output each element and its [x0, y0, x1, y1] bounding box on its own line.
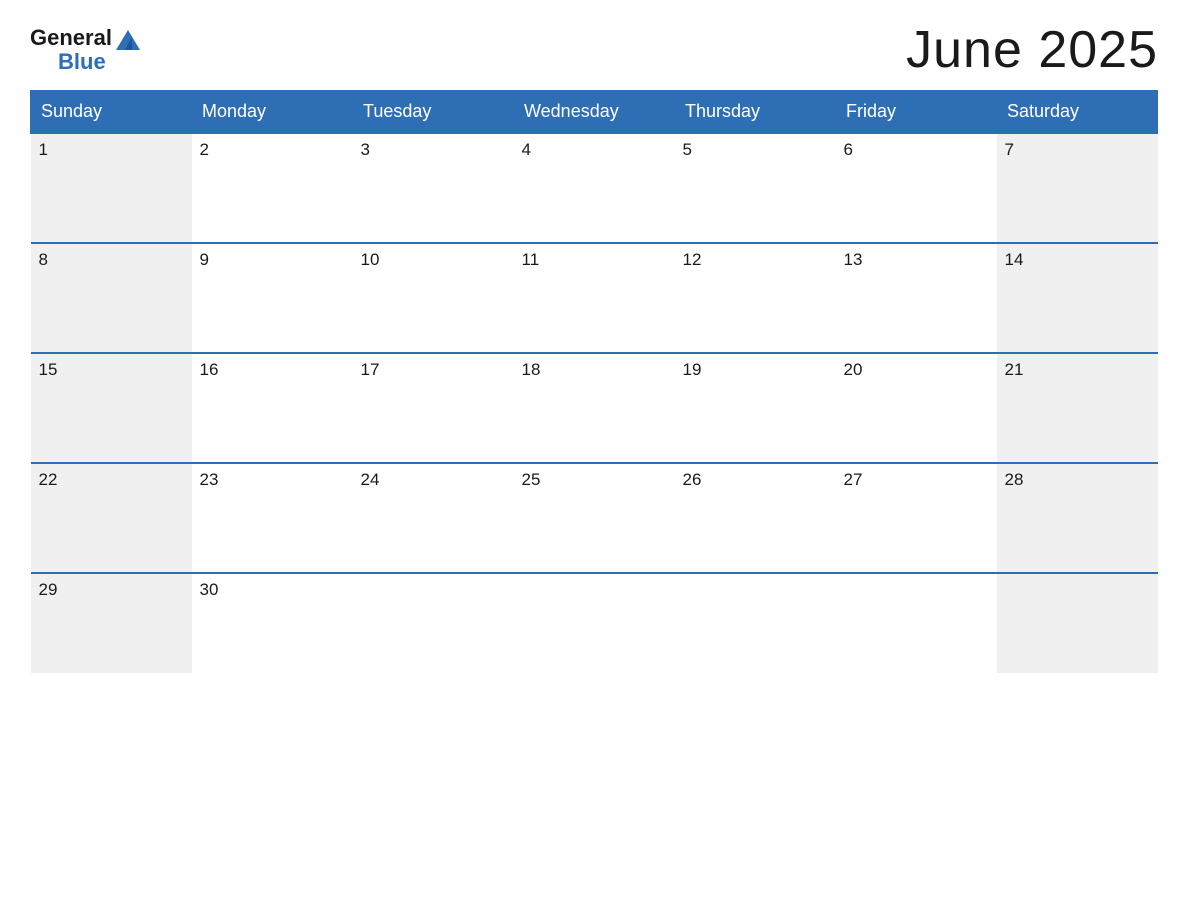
day-number: 14 [1005, 250, 1024, 269]
day-number: 10 [361, 250, 380, 269]
calendar-cell-week5-day5 [675, 573, 836, 673]
calendar-week-5: 29 30 [31, 573, 1158, 673]
day-number: 1 [39, 140, 48, 159]
calendar-cell-week2-day4: 11 [514, 243, 675, 353]
header-monday: Monday [192, 91, 353, 134]
calendar-cell-week4-day2: 23 [192, 463, 353, 573]
day-number: 18 [522, 360, 541, 379]
page-header: General Blue June 2025 [30, 20, 1158, 80]
day-number: 20 [844, 360, 863, 379]
calendar-cell-week5-day7 [997, 573, 1158, 673]
calendar-cell-week3-day3: 17 [353, 353, 514, 463]
logo-general: General [30, 26, 140, 50]
day-number: 21 [1005, 360, 1024, 379]
day-number: 26 [683, 470, 702, 489]
calendar-cell-week4-day3: 24 [353, 463, 514, 573]
day-number: 16 [200, 360, 219, 379]
day-number: 8 [39, 250, 48, 269]
calendar-cell-week1-day4: 4 [514, 133, 675, 243]
day-number: 6 [844, 140, 853, 159]
logo-text: General Blue [30, 26, 140, 74]
day-number: 23 [200, 470, 219, 489]
calendar-cell-week5-day4 [514, 573, 675, 673]
calendar-cell-week5-day3 [353, 573, 514, 673]
day-number: 25 [522, 470, 541, 489]
logo: General Blue [30, 26, 140, 74]
calendar-cell-week3-day1: 15 [31, 353, 192, 463]
calendar-cell-week1-day5: 5 [675, 133, 836, 243]
calendar-cell-week1-day7: 7 [997, 133, 1158, 243]
day-number: 12 [683, 250, 702, 269]
day-number: 17 [361, 360, 380, 379]
day-number: 13 [844, 250, 863, 269]
calendar-cell-week2-day5: 12 [675, 243, 836, 353]
day-number: 4 [522, 140, 531, 159]
day-number: 27 [844, 470, 863, 489]
day-number: 29 [39, 580, 58, 599]
day-number: 22 [39, 470, 58, 489]
calendar-cell-week3-day2: 16 [192, 353, 353, 463]
calendar-cell-week5-day6 [836, 573, 997, 673]
calendar-cell-week2-day3: 10 [353, 243, 514, 353]
calendar-cell-week3-day7: 21 [997, 353, 1158, 463]
calendar-cell-week5-day1: 29 [31, 573, 192, 673]
calendar-week-1: 1 2 3 4 5 6 7 [31, 133, 1158, 243]
day-number: 15 [39, 360, 58, 379]
day-number: 30 [200, 580, 219, 599]
calendar-cell-week3-day4: 18 [514, 353, 675, 463]
calendar-cell-week2-day7: 14 [997, 243, 1158, 353]
calendar-cell-week1-day6: 6 [836, 133, 997, 243]
calendar-cell-week2-day1: 8 [31, 243, 192, 353]
day-number: 9 [200, 250, 209, 269]
logo-blue-text: Blue [58, 50, 140, 74]
day-number: 11 [522, 250, 540, 269]
calendar-table: Sunday Monday Tuesday Wednesday Thursday… [30, 90, 1158, 673]
calendar-cell-week4-day6: 27 [836, 463, 997, 573]
calendar-week-3: 15 16 17 18 19 20 21 [31, 353, 1158, 463]
day-number: 2 [200, 140, 209, 159]
calendar-cell-week1-day1: 1 [31, 133, 192, 243]
calendar-cell-week5-day2: 30 [192, 573, 353, 673]
day-number: 19 [683, 360, 702, 379]
header-thursday: Thursday [675, 91, 836, 134]
calendar-cell-week1-day2: 2 [192, 133, 353, 243]
day-number: 3 [361, 140, 370, 159]
header-friday: Friday [836, 91, 997, 134]
logo-general-text: General [30, 26, 112, 50]
calendar-cell-week3-day5: 19 [675, 353, 836, 463]
calendar-cell-week4-day4: 25 [514, 463, 675, 573]
calendar-body: 1234567891011121314151617181920212223242… [31, 133, 1158, 673]
day-number: 24 [361, 470, 380, 489]
calendar-week-4: 22 23 24 25 26 27 28 [31, 463, 1158, 573]
days-of-week-row: Sunday Monday Tuesday Wednesday Thursday… [31, 91, 1158, 134]
calendar-cell-week2-day2: 9 [192, 243, 353, 353]
day-number: 7 [1005, 140, 1014, 159]
calendar-cell-week4-day1: 22 [31, 463, 192, 573]
calendar-cell-week4-day7: 28 [997, 463, 1158, 573]
calendar-cell-week1-day3: 3 [353, 133, 514, 243]
calendar-week-2: 8 9 10 11 12 13 14 [31, 243, 1158, 353]
calendar-header: Sunday Monday Tuesday Wednesday Thursday… [31, 91, 1158, 134]
calendar-cell-week3-day6: 20 [836, 353, 997, 463]
header-tuesday: Tuesday [353, 91, 514, 134]
header-saturday: Saturday [997, 91, 1158, 134]
month-title: June 2025 [906, 20, 1158, 80]
day-number: 28 [1005, 470, 1024, 489]
logo-triangle-icon [116, 30, 140, 50]
calendar-cell-week2-day6: 13 [836, 243, 997, 353]
calendar-cell-week4-day5: 26 [675, 463, 836, 573]
header-sunday: Sunday [31, 91, 192, 134]
header-wednesday: Wednesday [514, 91, 675, 134]
day-number: 5 [683, 140, 692, 159]
